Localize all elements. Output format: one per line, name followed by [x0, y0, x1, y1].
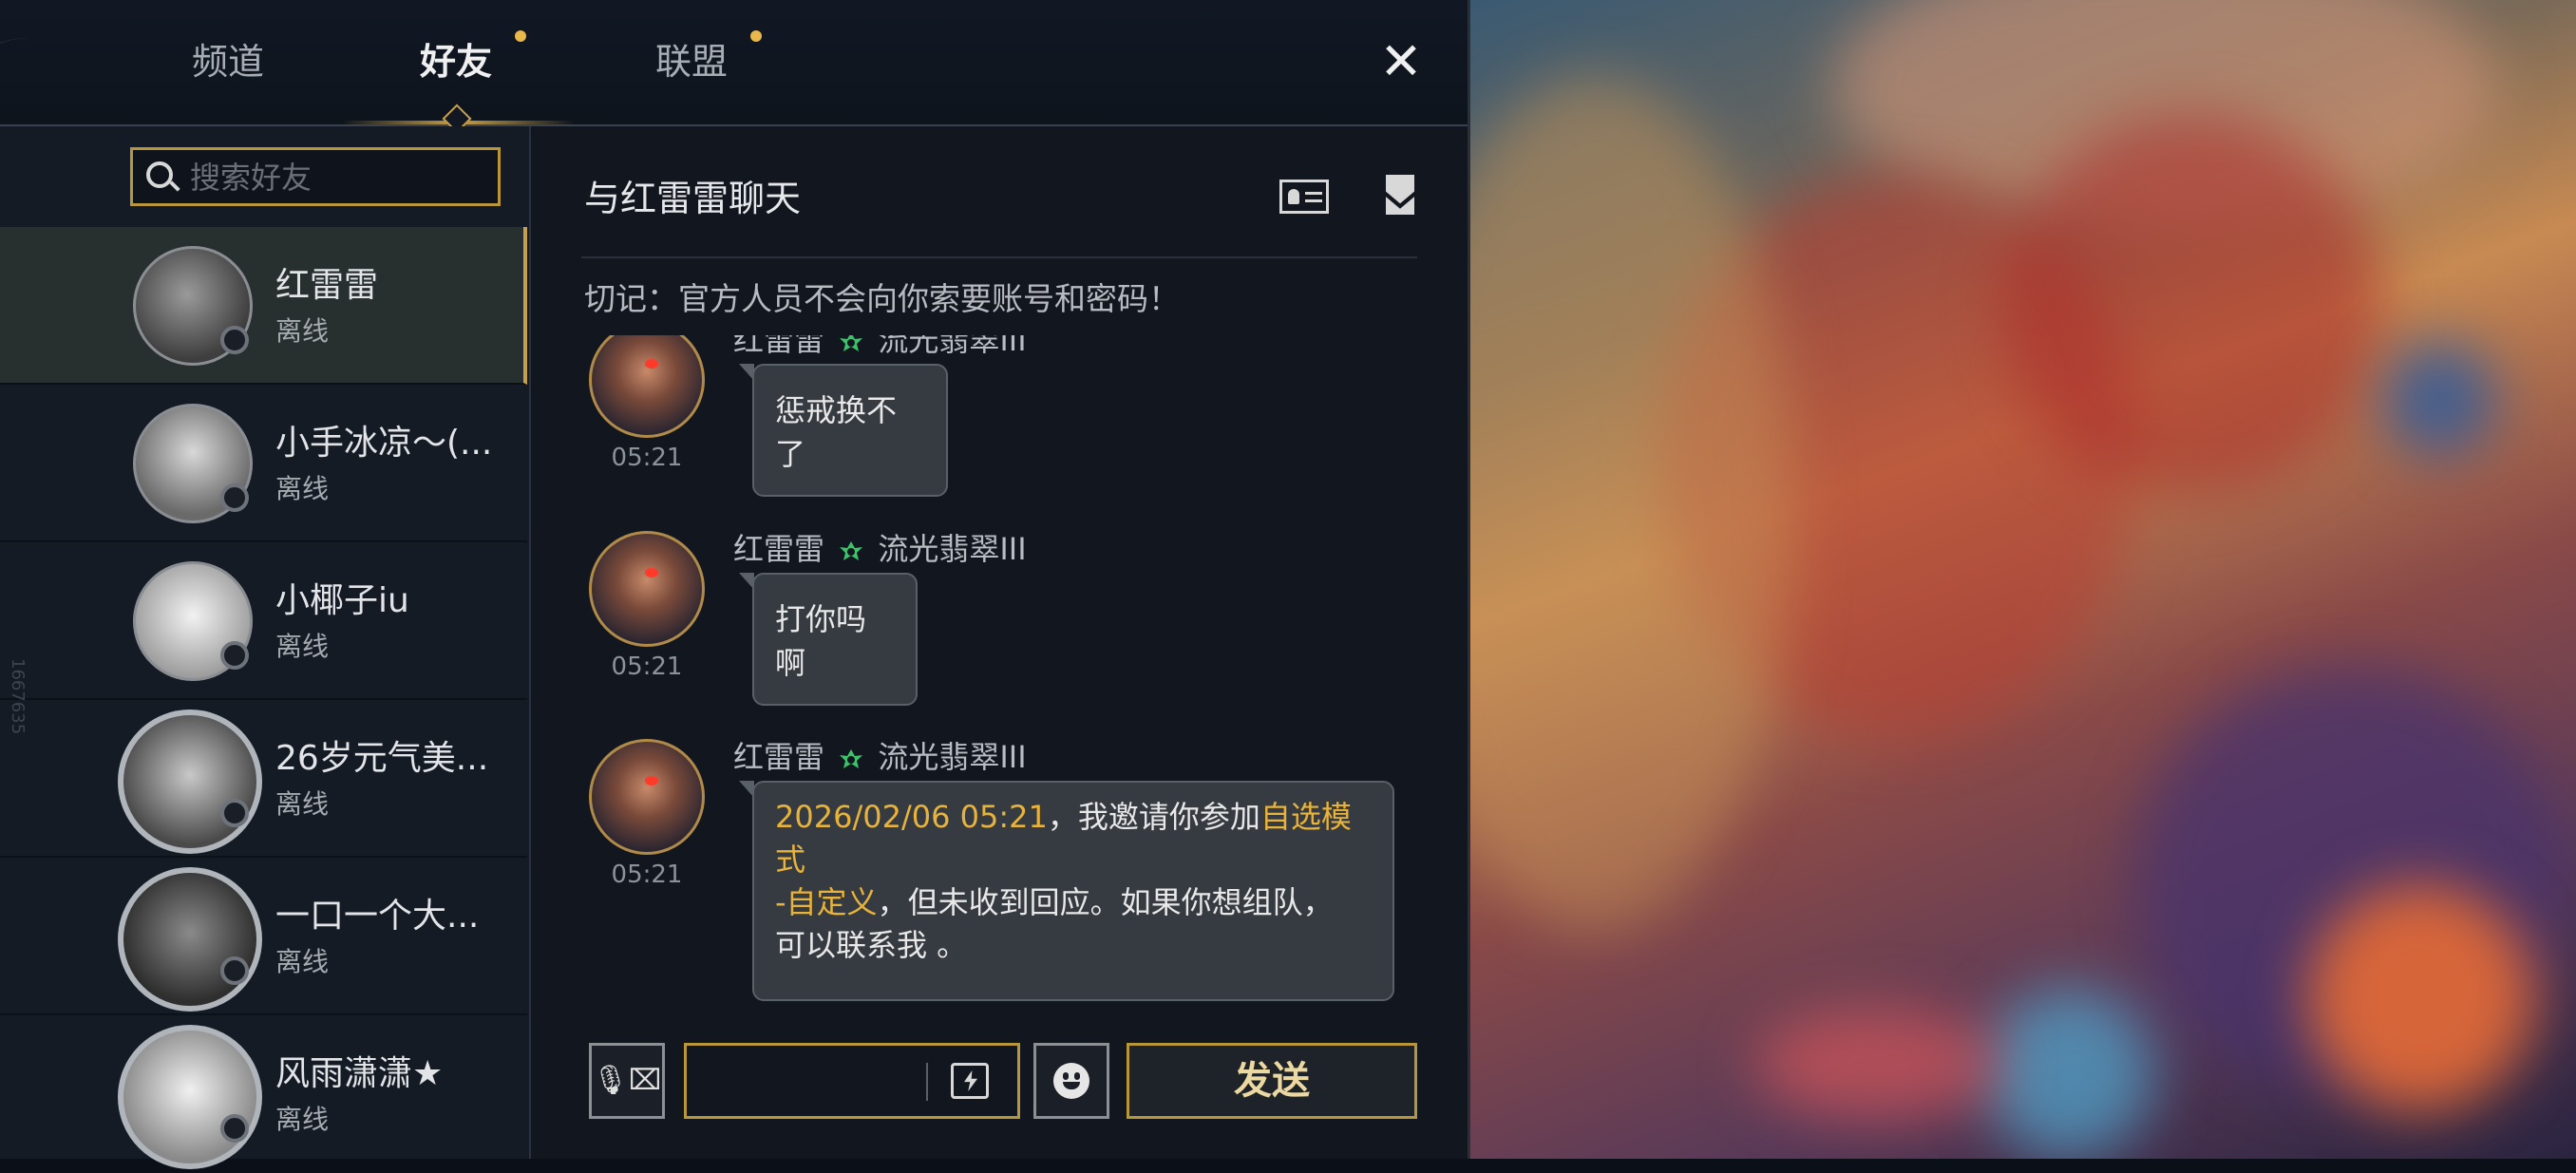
divider [581, 256, 1417, 258]
rank-text: 流光翡翠III [878, 739, 1027, 775]
invite-text: ，但未收到回应。如果你想组队， [877, 884, 1334, 920]
friend-item[interactable]: 小手冰凉～(... 离线 [0, 385, 527, 542]
offline-status-icon [220, 1114, 249, 1143]
avatar [118, 709, 262, 854]
tab-alliance-label: 联盟 [654, 41, 728, 83]
chat-title: 与红雷雷聊天 [584, 178, 802, 219]
friend-name: 风雨潇潇★ [275, 1054, 444, 1093]
avatar [118, 867, 262, 1012]
message-input[interactable] [696, 1055, 919, 1108]
friend-name: 小手冰凉～(... [275, 424, 493, 463]
message-time: 05:21 [611, 653, 683, 681]
message-bubble: 惩戒换不了 [739, 364, 948, 497]
quick-message-icon[interactable] [951, 1063, 989, 1099]
friend-status: 离线 [275, 946, 330, 977]
tab-channel-label: 频道 [191, 41, 264, 83]
friend-name: 小椰子iu [275, 581, 409, 620]
invite-message-bubble: 2026/02/06 05:21，我邀请你参加自选模式 -自定义，但未收到回应。… [739, 781, 1394, 1001]
avatar [589, 739, 705, 855]
friends-list: 红雷雷 离线 小手冰凉～(... 离线 小椰子iu 离线 26岁元气美... 离… [0, 126, 531, 1173]
friend-item[interactable]: 风雨潇潇★ 离线 [0, 1015, 527, 1173]
friend-item[interactable]: 一口一个大... 离线 [0, 858, 527, 1015]
message-bubble: 打你吗啊 [739, 573, 918, 706]
friend-item[interactable]: 红雷雷 离线 [0, 227, 527, 385]
mail-icon[interactable] [1386, 175, 1414, 215]
sender-name: 红雷雷 [733, 531, 825, 567]
offline-status-icon [220, 641, 249, 670]
message-header: 红雷雷 流光翡翠III [733, 525, 1027, 569]
friend-status: 离线 [275, 315, 330, 347]
blurred-game-background [1468, 0, 2576, 1159]
rank-text: 流光翡翠III [878, 531, 1027, 567]
security-warning: 切记：官方人员不会向你索要账号和密码！ [584, 280, 1180, 317]
notification-dot [750, 30, 762, 42]
friend-status: 离线 [275, 1104, 330, 1135]
sender-name: 红雷雷 [733, 739, 825, 775]
friend-search-box[interactable] [130, 147, 501, 206]
message-list[interactable]: 05:21 红雷雷 流光翡翠III 惩戒换不了 05:21 红雷雷 流光翡翠II… [532, 335, 1468, 1114]
friend-search-input[interactable] [188, 158, 477, 198]
search-icon [146, 161, 173, 188]
message-time: 05:21 [611, 444, 683, 472]
tab-alliance[interactable]: 联盟 [635, 28, 762, 95]
voice-to-text-icon[interactable]: 🎙⌧ [589, 1043, 665, 1119]
message-text: 惩戒换不了 [775, 392, 898, 472]
tab-channel[interactable]: 频道 [171, 28, 285, 95]
message-header: 红雷雷 流光翡翠III [733, 335, 1027, 360]
send-button[interactable]: 发送 [1127, 1043, 1417, 1119]
invite-date: 2026/02/06 05:21 [775, 799, 1048, 835]
social-panel: 频道 好友 联盟 ✕ 红雷雷 离线 小手冰凉～(... 离线 [0, 0, 1468, 1173]
offline-status-icon [220, 956, 249, 985]
emoji-icon[interactable] [1033, 1043, 1109, 1119]
offline-status-icon [220, 326, 249, 354]
message-input-box[interactable] [684, 1043, 1020, 1119]
notification-dot [515, 30, 526, 42]
profile-card-icon[interactable] [1279, 180, 1329, 214]
invite-mode-link[interactable]: -自定义 [775, 884, 878, 920]
invite-text: ，我邀请你参加 [1047, 799, 1260, 835]
divider [926, 1063, 928, 1101]
social-tabs-bar: 频道 好友 联盟 ✕ [0, 0, 1468, 134]
friend-status: 离线 [275, 473, 330, 504]
friend-name: 26岁元气美... [275, 739, 489, 778]
friend-item[interactable]: 26岁元气美... 离线 [0, 700, 527, 858]
chat-window: 与红雷雷聊天 切记：官方人员不会向你索要账号和密码！ 05:21 红雷雷 流光翡… [532, 126, 1468, 1159]
offline-status-icon [220, 799, 249, 827]
message-time: 05:21 [611, 861, 683, 889]
avatar [589, 335, 705, 438]
message-text: 打你吗啊 [775, 601, 867, 681]
side-id-text: 1667635 [8, 658, 28, 735]
tab-friends-label: 好友 [419, 41, 492, 83]
friend-name: 一口一个大... [275, 897, 480, 936]
tab-friends[interactable]: 好友 [399, 28, 526, 95]
friend-name: 红雷雷 [275, 266, 379, 305]
invite-text: 可以联系我 。 [775, 927, 968, 963]
rank-emblem-icon [840, 541, 863, 560]
sender-name: 红雷雷 [733, 335, 825, 358]
avatar [589, 531, 705, 647]
close-icon[interactable]: ✕ [1377, 33, 1425, 90]
offline-status-icon [220, 483, 249, 512]
hud-blurred [1489, 28, 1499, 62]
friend-item[interactable]: 小椰子iu 离线 [0, 542, 527, 700]
rank-emblem-icon [840, 749, 863, 768]
rank-emblem-icon [840, 335, 863, 351]
avatar [118, 1025, 262, 1169]
friend-status: 离线 [275, 788, 330, 820]
rank-text: 流光翡翠III [878, 335, 1027, 358]
message-header: 红雷雷 流光翡翠III [733, 733, 1027, 777]
friend-status: 离线 [275, 631, 330, 662]
